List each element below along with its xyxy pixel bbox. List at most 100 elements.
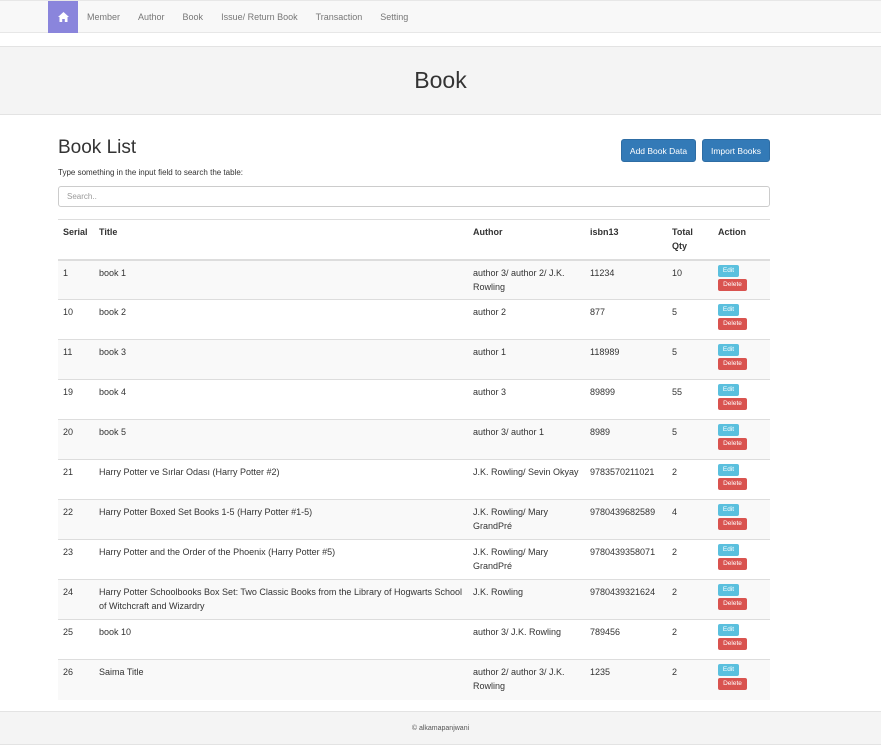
navbar: Member Author Book Issue/ Return Book Tr… <box>0 0 881 33</box>
home-icon <box>57 12 69 22</box>
serial-cell: 26 <box>58 659 94 700</box>
edit-button[interactable]: Edit <box>718 624 739 636</box>
serial-cell: 1 <box>58 259 94 300</box>
qty-cell: 2 <box>667 619 713 660</box>
isbn-cell: 9780439358071 <box>585 539 667 580</box>
nav-item-author[interactable]: Author <box>129 1 174 33</box>
delete-button[interactable]: Delete <box>718 398 747 410</box>
isbn-cell: 118989 <box>585 339 667 380</box>
author-cell: author 1 <box>468 339 585 380</box>
book-list-title: Book List <box>58 137 137 158</box>
title-cell: Harry Potter Schoolbooks Box Set: Two Cl… <box>94 579 468 620</box>
title-cell: book 4 <box>94 379 468 420</box>
serial-cell: 22 <box>58 499 94 540</box>
action-cell: Edit Delete <box>713 539 770 580</box>
search-input[interactable] <box>58 186 770 207</box>
action-cell: Edit Delete <box>713 259 770 300</box>
edit-button[interactable]: Edit <box>718 504 739 516</box>
delete-button[interactable]: Delete <box>718 358 747 370</box>
delete-button[interactable]: Delete <box>718 678 747 690</box>
column-header-title[interactable]: Title <box>94 219 468 261</box>
table-row: 24 Harry Potter Schoolbooks Box Set: Two … <box>58 579 770 620</box>
delete-button[interactable]: Delete <box>718 518 747 530</box>
edit-button[interactable]: Edit <box>718 424 739 436</box>
edit-button[interactable]: Edit <box>718 344 739 356</box>
table-row: 1 book 1 author 3/ author 2/ J.K. Rowling 1… <box>58 259 770 300</box>
action-cell: Edit Delete <box>713 419 770 460</box>
table-row: 26 Saima Title author 2/ author 3/ J.K. Ro… <box>58 659 770 700</box>
qty-cell: 2 <box>667 659 713 700</box>
isbn-cell: 9780439321624 <box>585 579 667 620</box>
nav-home-button[interactable] <box>48 1 78 33</box>
isbn-cell: 11234 <box>585 259 667 300</box>
book-table: Serial Title Author isbn13 Total Qty Act… <box>58 219 770 700</box>
serial-cell: 20 <box>58 419 94 460</box>
title-cell: Harry Potter Boxed Set Books 1-5 (Harry … <box>94 499 468 540</box>
serial-cell: 24 <box>58 579 94 620</box>
qty-cell: 5 <box>667 419 713 460</box>
author-cell: J.K. Rowling/ Mary GrandPré <box>468 499 585 540</box>
table-row: 25 book 10 author 3/ J.K. Rowling 789456 2 Ed… <box>58 619 770 660</box>
nav-item-book[interactable]: Book <box>174 1 213 33</box>
column-header-isbn13[interactable]: isbn13 <box>585 219 667 261</box>
title-cell: book 5 <box>94 419 468 460</box>
table-row: 10 book 2 author 2 877 5 Edit Delete <box>58 299 770 340</box>
column-header-serial[interactable]: Serial <box>58 219 94 261</box>
qty-cell: 2 <box>667 579 713 620</box>
action-cell: Edit Delete <box>713 579 770 620</box>
table-row: 22 Harry Potter Boxed Set Books 1-5 (Harr… <box>58 499 770 540</box>
serial-cell: 23 <box>58 539 94 580</box>
delete-button[interactable]: Delete <box>718 598 747 610</box>
author-cell: J.K. Rowling/ Sevin Okyay <box>468 459 585 500</box>
serial-cell: 25 <box>58 619 94 660</box>
isbn-cell: 89899 <box>585 379 667 420</box>
delete-button[interactable]: Delete <box>718 438 747 450</box>
delete-button[interactable]: Delete <box>718 278 747 291</box>
column-header-action: Action <box>713 219 770 261</box>
table-row: 23 Harry Potter and the Order of the Phoe… <box>58 539 770 580</box>
author-cell: author 3/ author 2/ J.K. Rowling <box>468 259 585 300</box>
delete-button[interactable]: Delete <box>718 638 747 650</box>
qty-cell: 5 <box>667 299 713 340</box>
edit-button[interactable]: Edit <box>718 584 739 596</box>
edit-button[interactable]: Edit <box>718 304 739 316</box>
nav-item-transaction[interactable]: Transaction <box>307 1 372 33</box>
qty-cell: 4 <box>667 499 713 540</box>
page-header: Book <box>0 46 881 115</box>
title-cell: Saima Title <box>94 659 468 700</box>
footer: © alkamapanjwani <box>0 711 881 745</box>
serial-cell: 11 <box>58 339 94 380</box>
qty-cell: 10 <box>667 259 713 300</box>
nav-item-setting[interactable]: Setting <box>371 1 417 33</box>
author-cell: J.K. Rowling/ Mary GrandPré <box>468 539 585 580</box>
edit-button[interactable]: Edit <box>718 384 739 396</box>
nav-item-member[interactable]: Member <box>78 1 129 33</box>
edit-button[interactable]: Edit <box>718 544 739 556</box>
qty-cell: 55 <box>667 379 713 420</box>
title-cell: book 2 <box>94 299 468 340</box>
search-hint: Type something in the input field to sea… <box>58 168 244 177</box>
import-books-button[interactable]: Import Books <box>702 139 770 162</box>
edit-button[interactable]: Edit <box>718 464 739 476</box>
table-row: 20 book 5 author 3/ author 1 8989 5 Edit Delet… <box>58 419 770 460</box>
action-cell: Edit Delete <box>713 459 770 500</box>
author-cell: author 3/ J.K. Rowling <box>468 619 585 660</box>
delete-button[interactable]: Delete <box>718 478 747 490</box>
add-book-button[interactable]: Add Book Data <box>621 139 696 162</box>
isbn-cell: 1235 <box>585 659 667 700</box>
action-cell: Edit Delete <box>713 499 770 540</box>
delete-button[interactable]: Delete <box>718 318 747 330</box>
isbn-cell: 9783570211021 <box>585 459 667 500</box>
serial-cell: 21 <box>58 459 94 500</box>
action-cell: Edit Delete <box>713 299 770 340</box>
nav-links: Member Author Book Issue/ Return Book Tr… <box>78 1 417 33</box>
title-cell: Harry Potter and the Order of the Phoeni… <box>94 539 468 580</box>
edit-button[interactable]: Edit <box>718 664 739 676</box>
nav-item-issue-return-book[interactable]: Issue/ Return Book <box>212 1 307 33</box>
delete-button[interactable]: Delete <box>718 558 747 570</box>
column-header-total-qty[interactable]: Total Qty <box>667 219 713 261</box>
footer-copyright: © alkamapanjwani <box>411 724 470 732</box>
table-row: 21 Harry Potter ve Sırlar Odası (Harry Po… <box>58 459 770 500</box>
column-header-author[interactable]: Author <box>468 219 585 261</box>
edit-button[interactable]: Edit <box>718 264 739 277</box>
